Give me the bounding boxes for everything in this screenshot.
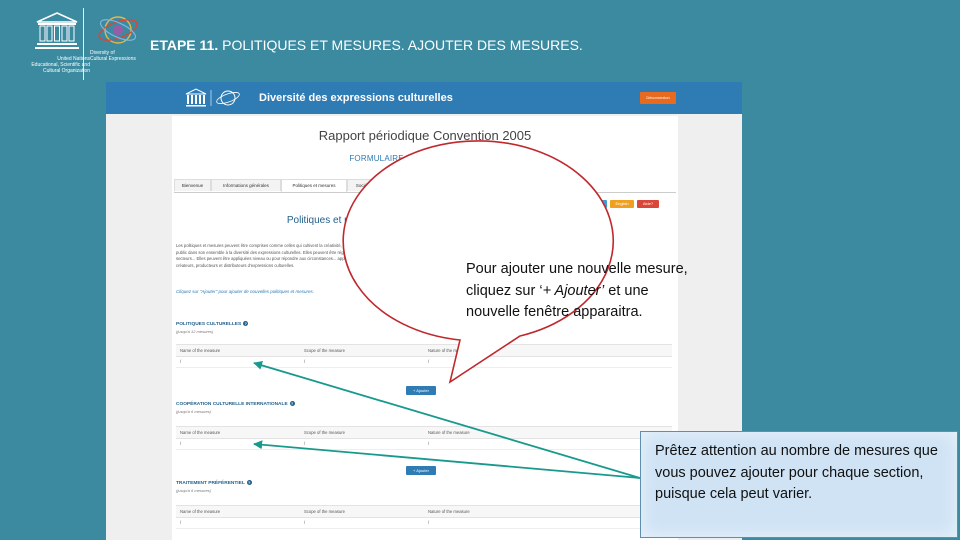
column-header: Nature of the measure xyxy=(428,509,470,514)
table-cell: / xyxy=(428,520,430,525)
tab-societe-civile[interactable]: Société civile xyxy=(347,179,391,191)
section-title-politiques: POLITIQUES CULTURELLES? xyxy=(176,321,249,327)
section-title-cooperation: COOPÉRATION CULTURELLE INTERNATIONALE? xyxy=(176,401,295,407)
column-header: Scope of the measure xyxy=(304,509,345,514)
help-circle-icon[interactable]: ? xyxy=(243,321,249,326)
table-cell: / xyxy=(428,359,430,364)
table-cell: / xyxy=(180,359,182,364)
report-form: Rapport périodique Convention 2005 FORMU… xyxy=(172,116,678,540)
step-title: POLITIQUES ET MESURES. AJOUTER DES MESUR… xyxy=(218,37,583,53)
section-limit-note: (jusqu'à 6 mesures) xyxy=(176,488,211,493)
section-heading: Politiques et mesures pour la mise en œu… xyxy=(286,215,564,226)
report-title: Rapport périodique Convention 2005 xyxy=(318,128,532,143)
slide-title: ETAPE 11. POLITIQUES ET MESURES. AJOUTER… xyxy=(150,37,583,53)
help-circle-icon[interactable]: ? xyxy=(289,401,295,406)
export-pdf-button[interactable]: Exporter en PDF xyxy=(563,200,607,208)
column-header: Name of the measure xyxy=(180,430,221,435)
table-cell: / xyxy=(304,520,306,525)
header-logo-icon xyxy=(185,88,240,107)
table-cell: / xyxy=(304,441,306,446)
tab-resultats-et-defis[interactable]: Résultats et défis xyxy=(391,179,449,191)
tab-soumission[interactable]: Soumission xyxy=(484,179,524,191)
column-header: Name of the measure xyxy=(180,348,221,353)
intro-paragraph: Les politiques et mesures peuvent être c… xyxy=(176,243,467,268)
convention-name: Diversity of Cultural Expressions xyxy=(90,50,136,62)
column-header: Scope of the measure xyxy=(304,348,345,353)
app-title: Diversité des expressions culturelles xyxy=(259,92,453,104)
column-header: Name of the measure xyxy=(180,509,221,514)
section-limit-note: (jusqu'à 12 mesures) xyxy=(176,329,214,334)
add-measure-button[interactable]: + Ajouter xyxy=(406,386,436,395)
add-measure-button[interactable]: + Ajouter xyxy=(406,466,436,475)
callout-emphasis: + Ajouter’ xyxy=(542,282,605,299)
table-row[interactable]: / / / xyxy=(176,356,672,368)
column-header: Nature of the measure xyxy=(428,348,470,353)
tab-politiques-et-mesures[interactable]: Politiques et mesures xyxy=(281,179,347,192)
print-button[interactable]: Imprimer xyxy=(532,200,560,208)
tab-bar: Bienvenue Informations générales Politiq… xyxy=(174,179,676,193)
tab-informations-generales[interactable]: Informations générales xyxy=(211,179,281,191)
unesco-temple-icon xyxy=(35,12,79,49)
step-number: ETAPE 11. xyxy=(150,37,219,53)
english-button[interactable]: English xyxy=(610,200,634,208)
unesco-name: United Nations Educational, Scientific a… xyxy=(31,56,90,74)
convention-globe-icon xyxy=(98,16,138,44)
column-header: Scope of the measure xyxy=(304,430,345,435)
section-title-traitement: TRAITEMENT PRÉFÉRENTIEL? xyxy=(176,480,252,486)
column-header: Nature of the measure xyxy=(428,430,470,435)
table-cell: / xyxy=(180,520,182,525)
report-subtitle: FORMULAIRE RAPPORT PÉRIODIQUE xyxy=(349,154,501,163)
intro-add-hint: Cliquez sur "Ajouter" pour ajouter de no… xyxy=(176,289,315,294)
logo-divider xyxy=(83,8,84,80)
tab-bienvenue[interactable]: Bienvenue xyxy=(174,179,211,191)
app-header: Diversité des expressions culturelles Dé… xyxy=(106,82,742,114)
logout-button[interactable]: Déconnexion xyxy=(640,92,676,104)
table-row[interactable]: / / / xyxy=(176,517,672,529)
slide: United Nations Educational, Scientific a… xyxy=(0,0,960,540)
table-cell: / xyxy=(180,441,182,446)
table-cell: / xyxy=(304,359,306,364)
help-circle-icon[interactable]: ? xyxy=(246,480,252,485)
tab-annexes[interactable]: Annexes xyxy=(449,179,484,191)
section-limit-note: (jusqu'à 6 mesures) xyxy=(176,409,211,414)
note-box: Prêtez attention au nombre de mesures qu… xyxy=(640,431,958,538)
table-cell: / xyxy=(428,441,430,446)
note-text: Prêtez attention au nombre de mesures qu… xyxy=(655,443,938,502)
help-button[interactable]: Aide? xyxy=(637,200,659,208)
table-row[interactable]: / / / xyxy=(176,438,672,450)
callout-text: Pour ajouter une nouvelle mesure, clique… xyxy=(466,261,688,320)
